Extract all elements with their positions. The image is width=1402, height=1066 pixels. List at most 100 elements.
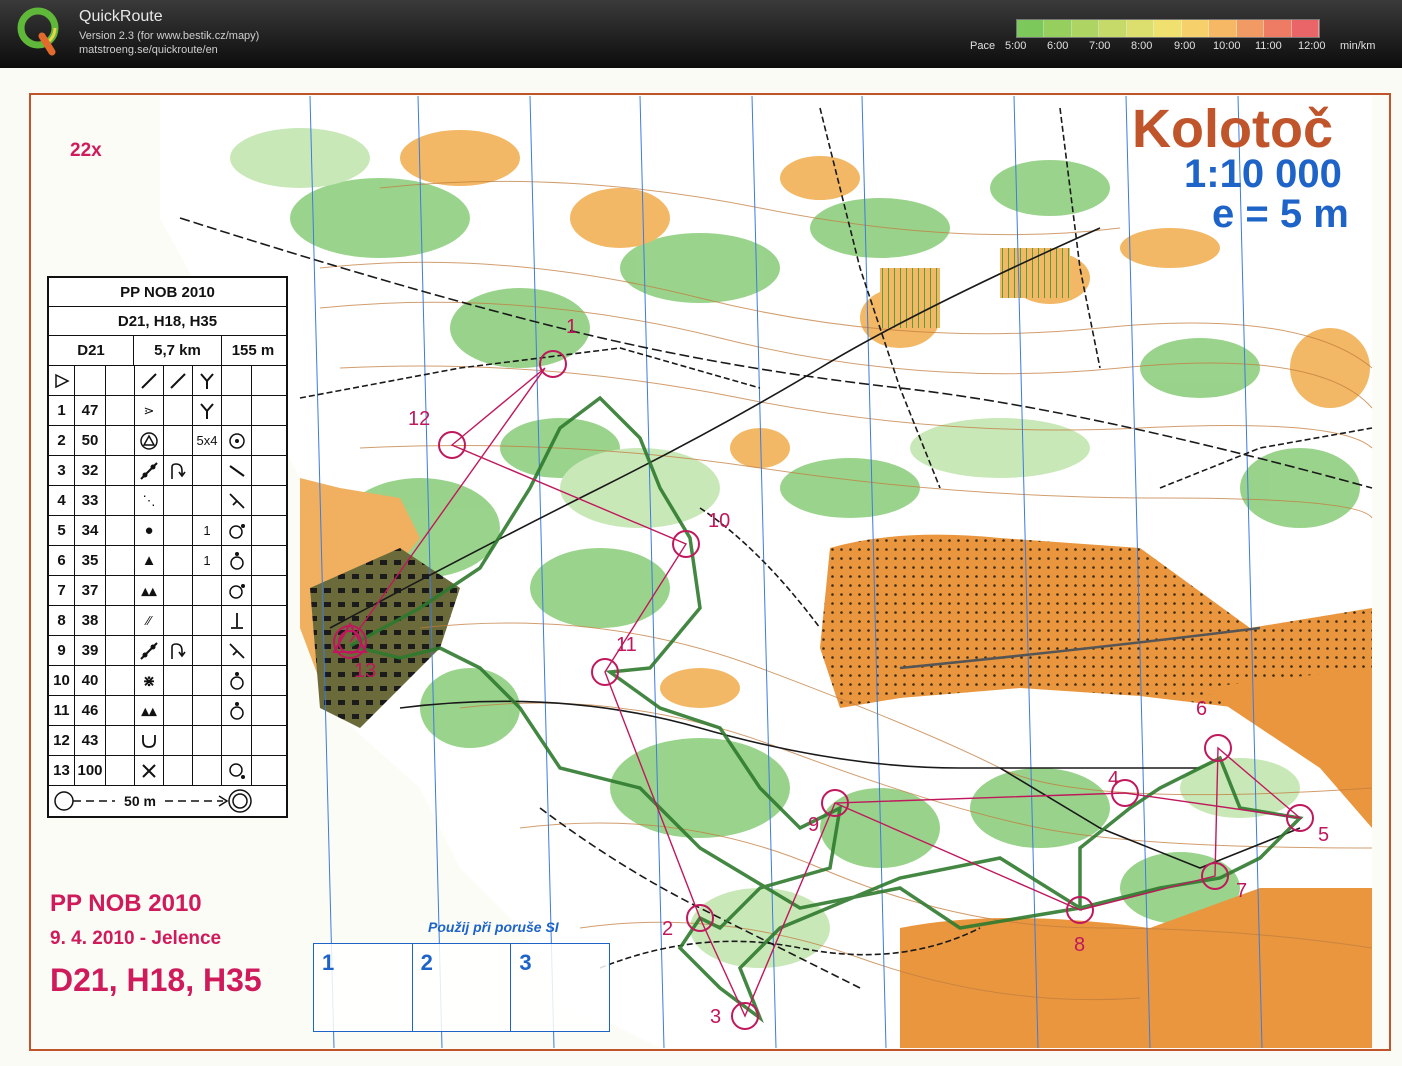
stony-ground-icon: ▴▴ <box>135 696 164 725</box>
pace-color-segment <box>1071 20 1100 37</box>
cs-control-row: 11 46 ▴▴ <box>49 696 286 726</box>
special-feature-icon: ⋇ <box>135 666 164 695</box>
pace-label: Pace <box>970 40 996 52</box>
cs-control-row: 2 50 5x4 <box>49 426 286 456</box>
control-number: 5 <box>1318 824 1330 846</box>
pace-tick: 11:00 <box>1255 40 1282 52</box>
quickroute-logo-icon <box>17 7 59 56</box>
control-number: 4 <box>1108 768 1120 790</box>
control-number: 13 <box>354 660 377 682</box>
pace-color-segment <box>1154 20 1182 37</box>
backup-punch-title: Použij při poruše SI <box>428 919 559 935</box>
cs-finish-row: 50 m <box>49 786 286 816</box>
ruined-fence-icon: ⋗ <box>135 396 164 425</box>
north-side-icon <box>222 696 252 725</box>
junction-symbol-icon <box>193 366 222 395</box>
control-number: 1 <box>566 316 578 338</box>
cs-class: D21 <box>49 336 134 365</box>
north-side-icon <box>222 666 252 695</box>
event-date: 9. 4. 2010 - Jelence <box>50 928 222 949</box>
cs-control-row: 6 35 ▲ 1 <box>49 546 286 576</box>
ruined-wall-icon: ⁄⁄ <box>135 606 164 635</box>
map-title: Kolotoč <box>1132 99 1333 159</box>
cs-event-row: PP NOB 2010 <box>49 278 286 307</box>
pace-color-segment <box>1017 20 1045 37</box>
event-classes: D21, H18, H35 <box>50 962 262 998</box>
app-name: QuickRoute <box>79 8 163 25</box>
foot-icon <box>222 456 252 485</box>
pace-tick: 6:00 <box>1047 40 1069 52</box>
end-icon <box>222 636 252 665</box>
narrow-ride-icon: ⋱ <box>135 486 164 515</box>
control-number: 6 <box>1196 698 1208 720</box>
end-icon <box>222 486 252 515</box>
backup-box-3: 3 <box>519 950 532 975</box>
control-number: 8 <box>1074 934 1086 956</box>
path-symbol-icon <box>135 366 164 395</box>
cs-control-row: 4 33 ⋱ <box>49 486 286 516</box>
pace-color-segment <box>1044 20 1072 37</box>
pace-scale: Pace 5:00 6:00 7:00 8:00 9:00 10:00 11:0… <box>966 40 1396 54</box>
pace-color-bar <box>1016 19 1320 38</box>
south-east-side-icon <box>222 756 252 785</box>
event-name: PP NOB 2010 <box>50 890 202 917</box>
east-side-icon <box>222 576 252 605</box>
app-url: matstroeng.se/quickroute/en <box>79 44 218 56</box>
cs-control-row: 8 38 ⁄⁄ <box>49 606 286 636</box>
app-version: Version 2.3 (for www.bestik.cz/mapy) <box>79 30 260 42</box>
cs-start-row <box>49 366 286 396</box>
control-description-sheet: PP NOB 2010 D21, H18, H35 D21 5,7 km 155… <box>47 276 288 818</box>
pace-color-segment <box>1099 20 1127 37</box>
junction-symbol-icon <box>193 396 222 425</box>
pace-tick: 5:00 <box>1005 40 1027 52</box>
spur-icon <box>135 456 164 485</box>
boulder-group-icon <box>135 426 164 455</box>
pace-tick: 10:00 <box>1213 40 1241 52</box>
pace-color-segment <box>1236 20 1265 37</box>
cs-climb: 155 m <box>231 342 275 359</box>
cs-classes-row: D21, H18, H35 <box>49 307 286 336</box>
depression-icon <box>135 726 164 755</box>
control-number: 2 <box>662 918 674 940</box>
cross-icon <box>135 756 164 785</box>
spur-icon <box>135 636 164 665</box>
pace-color-segment <box>1209 20 1237 37</box>
rock-pillar-icon: ▲ <box>135 546 164 575</box>
orienteering-map[interactable]: 1 2 3 4 5 6 7 8 9 10 11 12 13 Kolotoč 1:… <box>0 68 1402 1066</box>
position-icon <box>222 426 252 455</box>
pace-color-segment <box>1264 20 1292 37</box>
pace-color-segment <box>1181 20 1210 37</box>
control-number: 10 <box>708 510 731 532</box>
control-number: 12 <box>408 408 431 430</box>
pace-color-segment <box>1126 20 1155 37</box>
east-side-icon <box>222 516 252 545</box>
rough-open-land <box>1000 248 1070 298</box>
cs-control-row: 1 47 ⋗ <box>49 396 286 426</box>
backup-punch-box: 1 2 3 <box>313 943 610 1032</box>
cs-control-row: 5 34 ● 1 <box>49 516 286 546</box>
path-symbol-icon <box>164 366 193 395</box>
cs-classes: D21, H18, H35 <box>117 312 218 330</box>
pace-unit: min/km <box>1340 40 1376 52</box>
start-symbol-icon <box>49 366 75 395</box>
cs-control-row: 3 32 <box>49 456 286 486</box>
cs-event: PP NOB 2010 <box>120 283 215 301</box>
control-number: 3 <box>710 1006 722 1028</box>
bend-icon <box>164 636 193 665</box>
pace-tick: 8:00 <box>1131 40 1153 52</box>
cs-control-row: 9 39 <box>49 636 286 666</box>
foot-icon <box>222 606 252 635</box>
map-scale: 1:10 000 <box>1184 152 1342 196</box>
cs-finish-distance: 50 m <box>124 793 156 809</box>
cs-length: 5,7 km <box>134 336 222 365</box>
stony-ground-icon: ▴▴ <box>135 576 164 605</box>
backup-box-1: 1 <box>314 944 413 1031</box>
cs-course-row: D21 5,7 km 155 m <box>49 336 286 366</box>
cs-control-row: 10 40 ⋇ <box>49 666 286 696</box>
finish-start-circle-icon <box>54 791 115 811</box>
pace-tick: 9:00 <box>1174 40 1196 52</box>
map-contour-interval: e = 5 m <box>1212 192 1349 236</box>
pace-tick: 7:00 <box>1089 40 1111 52</box>
control-number: 9 <box>808 814 820 836</box>
control-number: 11 <box>616 634 637 656</box>
